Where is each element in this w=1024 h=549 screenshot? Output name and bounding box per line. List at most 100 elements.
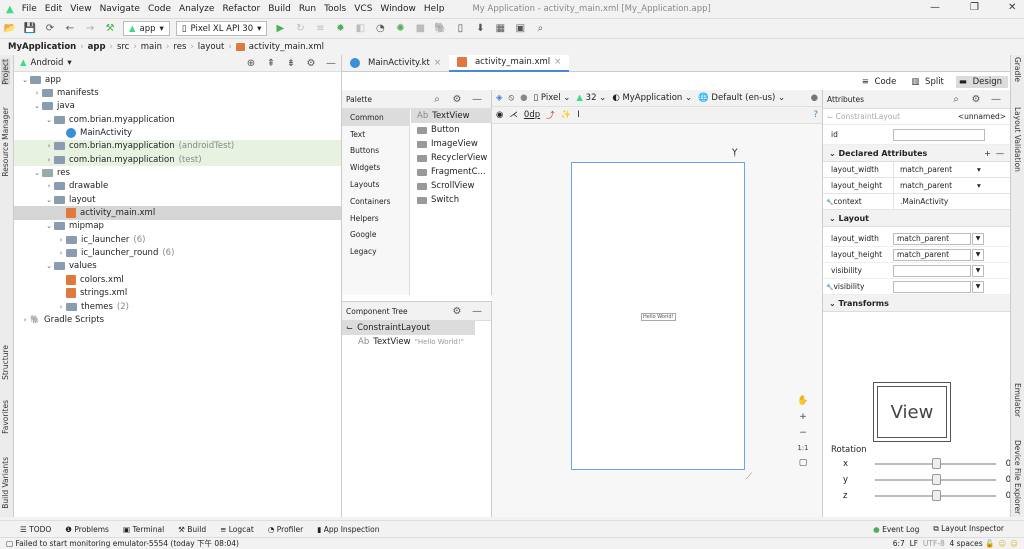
night-mode-icon[interactable]: ● [520, 93, 527, 103]
locate-icon[interactable]: ⊕ [243, 55, 259, 71]
menu-navigate[interactable]: Navigate [100, 4, 140, 14]
gradle-sync-icon[interactable]: 🐘 [432, 21, 448, 37]
design-mode-button[interactable]: ▬ Design [955, 75, 1008, 88]
menu-view[interactable]: View [70, 4, 91, 14]
collapsed-arrow-icon[interactable]: › [56, 249, 66, 257]
tree-node-constraintlayout[interactable]: ⌙ ConstraintLayout [342, 321, 475, 335]
slider-knob[interactable] [931, 490, 941, 501]
menu-edit[interactable]: Edit [45, 4, 62, 14]
tree-item[interactable]: MainActivity [14, 126, 341, 139]
zoom-out-button[interactable]: − [799, 428, 807, 438]
search-icon[interactable]: ⌕ [948, 91, 964, 107]
tree-node-textview[interactable]: Ab TextView "Hello World!" [342, 335, 491, 349]
locale-select[interactable]: 🌐 Default (en-us) ⌄ [698, 93, 785, 103]
close-tab-icon[interactable]: × [434, 58, 441, 68]
palette-widget[interactable]: Ab TextView [411, 109, 492, 123]
tool-tab-build-variants[interactable]: Build Variants [1, 457, 10, 509]
menu-refactor[interactable]: Refactor [222, 4, 260, 14]
tree-item[interactable]: ⌄ res [14, 166, 341, 179]
attribute-value[interactable]: match_parent [893, 162, 973, 177]
transforms-section[interactable]: ⌄ Transforms [823, 295, 1010, 312]
forward-icon[interactable]: → [82, 21, 98, 37]
menu-analyze[interactable]: Analyze [179, 4, 214, 14]
expanded-arrow-icon[interactable]: ⌄ [44, 116, 54, 124]
palette-category-layouts[interactable]: Layouts [342, 176, 409, 193]
pan-icon[interactable]: ✋ [797, 396, 808, 406]
infer-constraints-icon[interactable]: ✨ [561, 110, 572, 120]
tree-item[interactable]: ⌄ app [14, 73, 341, 86]
tab-mainactivity[interactable]: MainActivity.kt × [342, 55, 449, 72]
tool-app-inspection[interactable]: ▮ App Inspection [317, 525, 379, 534]
tree-item[interactable]: strings.xml [14, 287, 341, 300]
view-options-icon[interactable]: ◉ [496, 110, 503, 120]
device-select[interactable]: ▯ Pixel XL API 30 ▾ [175, 21, 268, 36]
chevron-down-icon[interactable]: ▾ [977, 165, 981, 174]
gear-icon[interactable]: ⚙ [449, 303, 465, 319]
collapsed-arrow-icon[interactable]: › [44, 142, 54, 150]
project-structure-icon[interactable]: ▦ [492, 21, 508, 37]
code-mode-button[interactable]: ≡ Code [859, 76, 903, 88]
apply-code-changes-icon[interactable]: ≡ [312, 21, 328, 37]
hide-icon[interactable]: — [323, 55, 339, 71]
collapsed-arrow-icon[interactable]: › [56, 303, 66, 311]
expanded-arrow-icon[interactable]: ⌄ [44, 196, 54, 204]
attach-debugger-icon[interactable]: ✺ [392, 21, 408, 37]
status-message[interactable]: Failed to start monitoring emulator-5554… [15, 538, 238, 549]
menu-run[interactable]: Run [299, 4, 316, 14]
palette-category-legacy[interactable]: Legacy [342, 243, 409, 260]
design-blueprint-icon[interactable]: ◈ [496, 93, 503, 103]
breadcrumb-item[interactable]: layout [198, 42, 225, 52]
tree-item[interactable]: activity_main.xml [14, 206, 341, 220]
minimize-button[interactable]: — [930, 2, 940, 13]
hide-icon[interactable]: — [988, 91, 1004, 107]
attribute-value-field[interactable] [893, 280, 971, 293]
expanded-arrow-icon[interactable]: ⌄ [20, 76, 30, 84]
hide-icon[interactable]: — [469, 303, 485, 319]
tool-tab-device-file-explorer[interactable]: Device File Explorer [1013, 440, 1022, 514]
line-separator[interactable]: LF [910, 539, 919, 548]
hello-world-textview[interactable]: Hello World! [641, 313, 676, 321]
coverage-icon[interactable]: ◧ [352, 21, 368, 37]
run-config-select[interactable]: ▲ app ▾ [123, 21, 170, 36]
collapsed-arrow-icon[interactable]: › [44, 182, 54, 190]
palette-widget[interactable]: ImageView [411, 137, 492, 151]
feedback-icon[interactable]: ☺ [998, 539, 1006, 548]
search-icon[interactable]: ⌕ [532, 21, 548, 37]
tree-item[interactable]: › com.brian.myapplication (androidTest) [14, 139, 341, 154]
tab-activity-main[interactable]: activity_main.xml × [448, 54, 570, 72]
gear-icon[interactable]: ⚙ [303, 55, 319, 71]
gear-icon[interactable]: ⚙ [968, 91, 984, 107]
back-icon[interactable]: ← [62, 21, 78, 37]
help-icon[interactable]: ? [813, 110, 818, 120]
apply-changes-icon[interactable]: ↻ [292, 21, 308, 37]
attribute-value-field[interactable]: match_parent [893, 232, 971, 245]
zoom-in-button[interactable]: + [799, 412, 807, 422]
warning-icon[interactable]: ● [811, 93, 818, 103]
palette-widget[interactable]: ScrollView [411, 179, 492, 193]
zoom-fit-icon[interactable]: ▢ [799, 458, 808, 468]
tree-item[interactable]: ⌄ layout [14, 193, 341, 206]
tool-profiler[interactable]: ◔ Profiler [268, 525, 303, 534]
split-mode-button[interactable]: ▥ Split [908, 76, 950, 88]
menu-file[interactable]: File [22, 4, 37, 14]
palette-category-common[interactable]: Common [342, 109, 409, 126]
expanded-arrow-icon[interactable]: ⌄ [44, 222, 54, 230]
collapsed-arrow-icon[interactable]: › [56, 236, 66, 244]
breadcrumb-item[interactable]: app [88, 42, 106, 52]
gear-icon[interactable]: ⚙ [449, 91, 465, 107]
expanded-arrow-icon[interactable]: ⌄ [32, 102, 42, 110]
chevron-down-icon[interactable]: ▼ [972, 232, 984, 245]
tool-tab-layout-validation[interactable]: Layout Validation [1013, 107, 1022, 172]
tool-todo[interactable]: ☰ TODO [20, 525, 51, 534]
breadcrumb-item[interactable]: res [173, 42, 186, 52]
attribute-value[interactable]: match_parent [893, 178, 973, 193]
rotation-slider[interactable] [874, 490, 996, 501]
tool-tab-resource-manager[interactable]: Resource Manager [1, 107, 10, 177]
breadcrumb-item[interactable]: main [141, 42, 162, 52]
hide-icon[interactable]: — [469, 91, 485, 107]
default-margin-select[interactable]: 0dp [524, 110, 540, 120]
collapsed-arrow-icon[interactable]: › [44, 156, 54, 164]
sync-icon[interactable]: ⟳ [42, 21, 58, 37]
tree-item[interactable]: › ic_launcher_round (6) [14, 246, 341, 259]
menu-code[interactable]: Code [148, 4, 171, 14]
